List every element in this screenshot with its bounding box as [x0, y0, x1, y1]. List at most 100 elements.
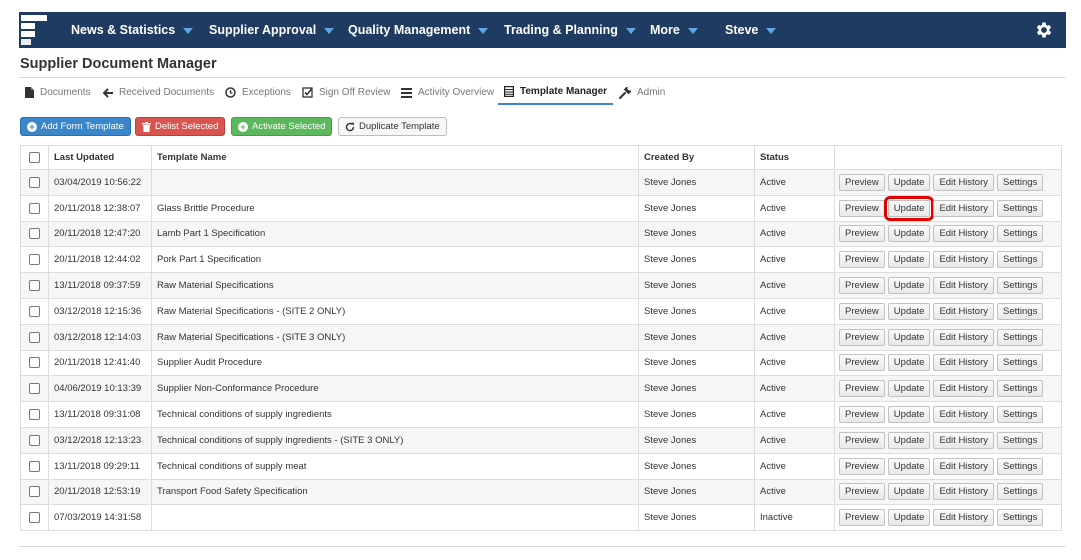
duplicate-template-button[interactable]: Duplicate Template: [338, 117, 447, 136]
settings-button[interactable]: Settings: [997, 483, 1044, 501]
edit-history-button[interactable]: Edit History: [933, 354, 995, 372]
row-checkbox[interactable]: [29, 512, 40, 524]
nav-label: More: [650, 23, 680, 37]
settings-button[interactable]: Settings: [997, 173, 1044, 191]
preview-button[interactable]: Preview: [839, 225, 885, 243]
edit-history-button[interactable]: Edit History: [933, 251, 995, 269]
update-button[interactable]: Update: [887, 354, 931, 372]
row-checkbox[interactable]: [29, 254, 40, 266]
row-checkbox[interactable]: [29, 305, 40, 317]
delist-selected-button[interactable]: Delist Selected: [135, 117, 226, 136]
select-all-checkbox[interactable]: [29, 151, 40, 163]
row-checkbox[interactable]: [29, 280, 40, 292]
tab-activity-overview[interactable]: Activity Overview: [401, 80, 494, 105]
update-button[interactable]: Update: [887, 406, 931, 424]
update-button[interactable]: Update: [887, 277, 931, 295]
add-form-template-button[interactable]: + Add Form Template: [20, 117, 131, 136]
activate-selected-button[interactable]: + Activate Selected: [231, 117, 333, 136]
edit-history-button[interactable]: Edit History: [933, 277, 995, 295]
column-header-last-updated[interactable]: Last Updated: [48, 145, 152, 170]
tab-exceptions[interactable]: Exceptions: [225, 80, 291, 105]
nav-trading-planning[interactable]: Trading & Planning: [504, 12, 636, 48]
table-row: 20/11/2018 12:44:02 Pork Part 1 Specifica…: [20, 246, 1062, 274]
row-checkbox[interactable]: [29, 383, 40, 395]
edit-history-button[interactable]: Edit History: [933, 509, 995, 527]
preview-button[interactable]: Preview: [839, 354, 885, 372]
settings-button[interactable]: Settings: [997, 406, 1044, 424]
edit-history-button[interactable]: Edit History: [933, 431, 995, 449]
settings-button[interactable]: Settings: [997, 328, 1044, 346]
preview-button[interactable]: Preview: [839, 431, 885, 449]
settings-button[interactable]: Settings: [997, 457, 1044, 475]
settings-button[interactable]: Settings: [997, 380, 1044, 398]
preview-button[interactable]: Preview: [839, 302, 885, 320]
tab-admin[interactable]: Admin: [619, 80, 665, 105]
preview-button[interactable]: Preview: [839, 251, 885, 269]
preview-button[interactable]: Preview: [839, 406, 885, 424]
edit-history-button[interactable]: Edit History: [933, 225, 995, 243]
preview-button[interactable]: Preview: [839, 509, 885, 527]
settings-button[interactable]: Settings: [997, 199, 1044, 217]
nav-more[interactable]: More: [650, 12, 698, 48]
edit-history-button[interactable]: Edit History: [933, 457, 995, 475]
table-row: 03/04/2019 10:56:22 Steve Jones Active Prev…: [20, 169, 1062, 196]
app-logo[interactable]: [21, 15, 47, 45]
row-checkbox[interactable]: [29, 202, 40, 214]
edit-history-button[interactable]: Edit History: [933, 302, 995, 320]
nav-user-menu[interactable]: Steve: [725, 12, 777, 48]
row-checkbox[interactable]: [29, 331, 40, 343]
tab-sign-off-review[interactable]: Sign Off Review: [302, 80, 391, 105]
preview-button[interactable]: Preview: [839, 173, 885, 191]
wrench-icon: [619, 86, 631, 99]
edit-history-button[interactable]: Edit History: [933, 328, 995, 346]
preview-button[interactable]: Preview: [839, 483, 885, 501]
row-checkbox[interactable]: [29, 357, 40, 369]
row-checkbox[interactable]: [29, 228, 40, 240]
preview-button[interactable]: Preview: [839, 328, 885, 346]
edit-history-button[interactable]: Edit History: [933, 380, 995, 398]
row-checkbox[interactable]: [29, 409, 40, 421]
settings-button[interactable]: Settings: [997, 431, 1044, 449]
nav-news-statistics[interactable]: News & Statistics: [71, 12, 194, 48]
edit-history-button[interactable]: Edit History: [933, 173, 995, 191]
tab-template-manager[interactable]: Template Manager: [498, 80, 614, 105]
settings-button[interactable]: Settings: [997, 354, 1044, 372]
settings-button[interactable]: Settings: [997, 509, 1044, 527]
edit-history-button[interactable]: Edit History: [933, 199, 995, 217]
column-header-template-name[interactable]: Template Name: [151, 145, 639, 170]
tab-bar: Documents Received Documents Exceptions …: [19, 80, 1066, 106]
column-header-created-by[interactable]: Created By: [638, 145, 755, 170]
preview-button[interactable]: Preview: [839, 457, 885, 475]
gear-icon[interactable]: [1034, 20, 1054, 40]
update-button[interactable]: Update: [887, 380, 931, 398]
edit-history-button[interactable]: Edit History: [933, 483, 995, 501]
update-button[interactable]: Update: [887, 225, 931, 243]
row-checkbox[interactable]: [29, 460, 40, 472]
tab-documents[interactable]: Documents: [25, 80, 91, 105]
row-checkbox[interactable]: [29, 486, 40, 498]
update-button[interactable]: Update: [887, 328, 931, 346]
settings-button[interactable]: Settings: [997, 225, 1044, 243]
actions-cell: Preview Update Edit History Settings: [834, 272, 1062, 299]
settings-button[interactable]: Settings: [997, 251, 1044, 269]
nav-quality-management[interactable]: Quality Management: [348, 12, 489, 48]
row-checkbox[interactable]: [29, 176, 40, 188]
preview-button[interactable]: Preview: [839, 199, 885, 217]
update-button[interactable]: Update: [887, 251, 931, 269]
update-button[interactable]: Update: [887, 431, 931, 449]
edit-history-button[interactable]: Edit History: [933, 406, 995, 424]
update-button[interactable]: Update: [887, 483, 931, 501]
column-header-status[interactable]: Status: [754, 145, 835, 170]
update-button[interactable]: Update: [887, 173, 931, 191]
preview-button[interactable]: Preview: [839, 277, 885, 295]
update-button[interactable]: Update: [887, 509, 931, 527]
tab-received-documents[interactable]: Received Documents: [103, 80, 214, 105]
settings-button[interactable]: Settings: [997, 277, 1044, 295]
row-checkbox[interactable]: [29, 434, 40, 446]
settings-button[interactable]: Settings: [997, 302, 1044, 320]
preview-button[interactable]: Preview: [839, 380, 885, 398]
nav-supplier-approval[interactable]: Supplier Approval: [209, 12, 335, 48]
update-button[interactable]: Update: [887, 457, 931, 475]
update-button[interactable]: Update: [883, 196, 935, 221]
update-button[interactable]: Update: [887, 302, 931, 320]
